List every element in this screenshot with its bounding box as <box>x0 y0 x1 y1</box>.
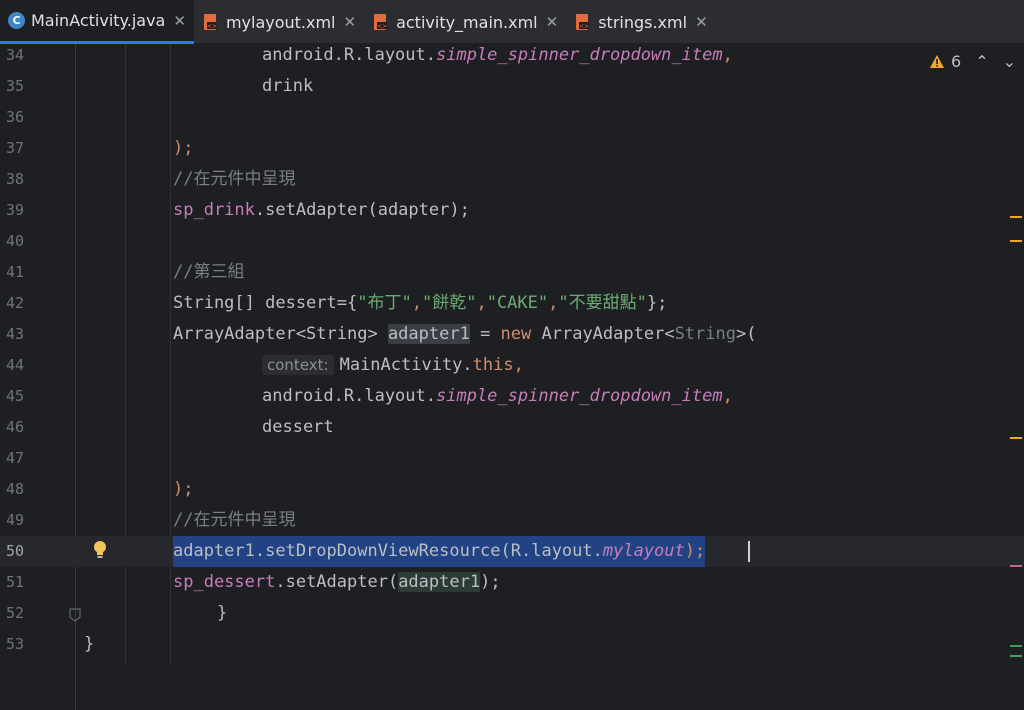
warning-stripe-marker[interactable] <box>1010 437 1022 439</box>
line-number: 47 <box>5 449 24 467</box>
line-number: 38 <box>5 170 24 188</box>
code-line: 40 <box>0 226 1024 257</box>
line-number: 48 <box>5 480 24 498</box>
code-line: 34 android.R.layout.simple_spinner_dropd… <box>0 40 1024 71</box>
code-line: 41 //第三組 <box>0 257 1024 288</box>
svg-text:<>: <> <box>207 23 217 30</box>
svg-text:<>: <> <box>377 23 387 30</box>
close-icon[interactable]: ✕ <box>695 13 708 31</box>
line-number: 41 <box>5 263 24 281</box>
code-line: 42 String[] dessert={"布丁","餅乾","CAKE","不… <box>0 288 1024 319</box>
line-number: 44 <box>5 356 24 374</box>
editor-tab-bar: C MainActivity.java ✕ <> mylayout.xml ✕ … <box>0 0 1024 44</box>
code-line: 43 ArrayAdapter<String> adapter1 = new A… <box>0 319 1024 350</box>
lightbulb-icon[interactable] <box>92 540 108 564</box>
selected-code[interactable]: adapter1.setDropDownViewResource(R.layou… <box>173 536 706 567</box>
tab-strings-xml[interactable]: <> strings.xml ✕ <box>566 0 715 44</box>
close-icon[interactable]: ✕ <box>546 13 559 31</box>
line-number: 43 <box>5 325 24 343</box>
line-number: 35 <box>5 77 24 95</box>
code-line: 49 //在元件中呈現 <box>0 505 1024 536</box>
code-line: 44 context: MainActivity.this, <box>0 350 1024 381</box>
change-stripe-marker[interactable] <box>1010 645 1022 647</box>
line-number: 50 <box>5 542 24 560</box>
code-line: 52 } <box>0 598 1024 629</box>
java-class-icon: C <box>8 12 25 29</box>
code-line: 37 ); <box>0 133 1024 164</box>
tab-label: activity_main.xml <box>396 12 538 32</box>
fold-marker-icon[interactable] <box>69 607 81 626</box>
code-line: 47 <box>0 443 1024 474</box>
line-number: 52 <box>5 604 24 622</box>
line-number: 51 <box>5 573 24 591</box>
tab-label: strings.xml <box>598 12 688 32</box>
xml-file-icon: <> <box>202 13 220 31</box>
parameter-hint: context: <box>262 355 334 375</box>
line-number: 39 <box>5 201 24 219</box>
code-line-current: 50 adapter1.setDropDownViewResource(R.la… <box>0 536 1024 567</box>
warning-stripe-marker[interactable] <box>1010 216 1022 218</box>
close-icon[interactable]: ✕ <box>173 12 186 30</box>
warning-stripe-marker[interactable] <box>1010 240 1022 242</box>
code-line: 35 drink <box>0 71 1024 102</box>
code-editor[interactable]: 6 ⌃ ⌄ 34 android.R.layout.simple_spinner… <box>0 44 1024 710</box>
tab-label: MainActivity.java <box>31 11 166 30</box>
line-number: 36 <box>5 108 24 126</box>
line-number: 53 <box>5 635 24 653</box>
line-number: 34 <box>5 46 24 64</box>
code-line: 46 dessert <box>0 412 1024 443</box>
line-number: 37 <box>5 139 24 157</box>
line-number: 46 <box>5 418 24 436</box>
tab-label: mylayout.xml <box>225 12 336 32</box>
code-line: 48 ); <box>0 474 1024 505</box>
tab-activity-main-xml[interactable]: <> activity_main.xml ✕ <box>364 0 566 44</box>
text-caret <box>748 541 750 562</box>
svg-text:<>: <> <box>579 23 589 30</box>
tab-mylayout-xml[interactable]: <> mylayout.xml ✕ <box>194 0 364 44</box>
code-line: 53 } <box>0 629 1024 660</box>
line-number: 49 <box>5 511 24 529</box>
line-number: 45 <box>5 387 24 405</box>
xml-file-icon: <> <box>372 13 390 31</box>
code-line: 39 sp_drink.setAdapter(adapter); <box>0 195 1024 226</box>
line-number: 42 <box>5 294 24 312</box>
code-line: 36 <box>0 102 1024 133</box>
code-line: 45 android.R.layout.simple_spinner_dropd… <box>0 381 1024 412</box>
close-icon[interactable]: ✕ <box>344 13 357 31</box>
code-line: 51 sp_dessert.setAdapter(adapter1); <box>0 567 1024 598</box>
change-stripe-marker[interactable] <box>1010 655 1022 657</box>
caret-stripe-marker[interactable] <box>1010 565 1022 567</box>
code-line: 38 //在元件中呈現 <box>0 164 1024 195</box>
line-number: 40 <box>5 232 24 250</box>
tab-mainactivity-java[interactable]: C MainActivity.java ✕ <box>0 0 194 44</box>
xml-file-icon: <> <box>574 13 592 31</box>
